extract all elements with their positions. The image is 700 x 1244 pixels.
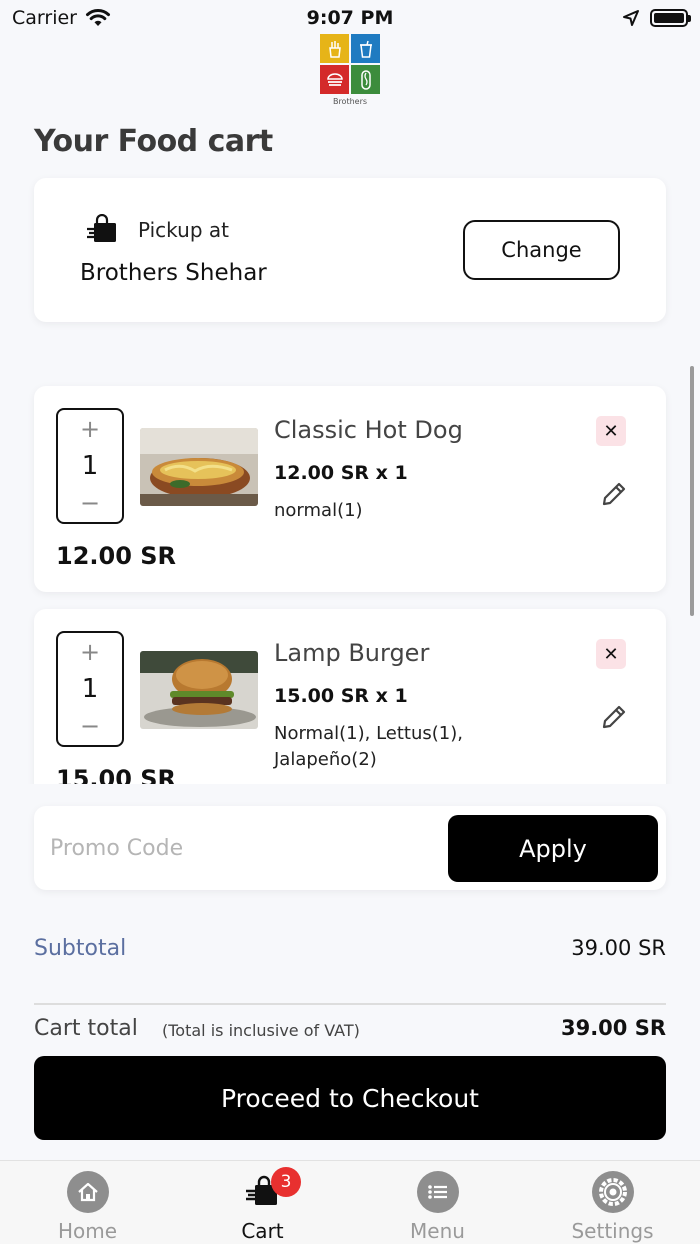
- promo-code-input[interactable]: [50, 824, 430, 872]
- hotdog-icon: [351, 65, 380, 94]
- brand-logo: Brothers: [320, 34, 380, 108]
- hot-dog-image: [140, 428, 258, 506]
- home-icon: [66, 1171, 109, 1213]
- pickup-card: Pickup at Brothers Shehar Change: [34, 178, 666, 322]
- remove-item-button[interactable]: ✕: [596, 639, 626, 669]
- decrease-quantity-button[interactable]: −: [80, 713, 100, 739]
- gear-icon: [591, 1171, 634, 1213]
- item-unit-price: 12.00 SR x 1: [274, 462, 408, 484]
- page-title: Your Food cart: [34, 124, 273, 159]
- quantity-stepper: + 1 −: [56, 631, 124, 747]
- cart-count-badge: 3: [271, 1167, 301, 1197]
- item-name: Lamp Burger: [274, 639, 430, 667]
- logo-text: Brothers: [332, 97, 368, 106]
- cart-list[interactable]: + 1 − Classic Hot Dog 12.00 SR x 1 norma…: [0, 370, 700, 784]
- subtotal-value: 39.00 SR: [571, 936, 666, 960]
- location-arrow-icon: [623, 10, 639, 26]
- list-icon: [416, 1171, 459, 1213]
- item-total: 12.00 SR: [56, 542, 177, 570]
- edit-pencil-icon[interactable]: [600, 703, 628, 731]
- tab-menu-label: Menu: [410, 1219, 465, 1243]
- tab-bar: Home 3 Cart Menu Settings: [0, 1160, 700, 1244]
- tab-cart[interactable]: 3 Cart: [175, 1161, 350, 1244]
- promo-card: Apply: [34, 806, 666, 890]
- status-bar: Carrier 9:07 PM: [0, 0, 700, 36]
- carrier-label: Carrier: [12, 7, 77, 29]
- item-total: 15.00 SR: [56, 765, 177, 784]
- cart-item: + 1 − Lamp Burger 15.00 SR x 1 Normal(1)…: [34, 609, 666, 784]
- tab-menu[interactable]: Menu: [350, 1161, 525, 1244]
- quantity-stepper: + 1 −: [56, 408, 124, 524]
- vat-note: (Total is inclusive of VAT): [162, 1021, 360, 1040]
- wifi-icon: [85, 9, 110, 26]
- scroll-indicator[interactable]: [690, 366, 694, 616]
- item-name: Classic Hot Dog: [274, 416, 463, 444]
- edit-pencil-icon[interactable]: [600, 480, 628, 508]
- apply-promo-button[interactable]: Apply: [448, 815, 658, 882]
- burger-image: [140, 651, 258, 729]
- item-options: Normal(1), Lettus(1), Jalapeño(2): [274, 723, 463, 770]
- quantity-value: 1: [81, 451, 99, 481]
- cart-total-value: 39.00 SR: [560, 1016, 666, 1040]
- quantity-value: 1: [81, 674, 99, 704]
- change-location-button[interactable]: Change: [463, 220, 620, 280]
- tab-home[interactable]: Home: [0, 1161, 175, 1244]
- drink-icon: [351, 34, 380, 63]
- item-unit-price: 15.00 SR x 1: [274, 685, 408, 707]
- cart-item: + 1 − Classic Hot Dog 12.00 SR x 1 norma…: [34, 386, 666, 592]
- cart-total-label: Cart total: [34, 1016, 138, 1041]
- subtotal-label: Subtotal: [34, 936, 127, 961]
- tab-cart-label: Cart: [241, 1219, 284, 1243]
- tab-settings[interactable]: Settings: [525, 1161, 700, 1244]
- tab-settings-label: Settings: [571, 1219, 654, 1243]
- battery-icon: [650, 9, 691, 27]
- summary-divider: [34, 1003, 666, 1005]
- item-options: normal(1): [274, 500, 363, 521]
- shopping-bag-icon: [87, 214, 116, 242]
- burger-icon: [320, 65, 349, 94]
- checkout-button[interactable]: Proceed to Checkout: [34, 1056, 666, 1140]
- increase-quantity-button[interactable]: +: [80, 416, 100, 442]
- tab-home-label: Home: [57, 1219, 118, 1243]
- decrease-quantity-button[interactable]: −: [80, 490, 100, 516]
- pickup-location: Brothers Shehar: [80, 260, 267, 286]
- status-right: [622, 9, 691, 27]
- remove-item-button[interactable]: ✕: [596, 416, 626, 446]
- pickup-label: Pickup at: [138, 218, 229, 242]
- fries-icon: [320, 34, 349, 63]
- status-left: Carrier: [12, 7, 111, 29]
- increase-quantity-button[interactable]: +: [80, 639, 100, 665]
